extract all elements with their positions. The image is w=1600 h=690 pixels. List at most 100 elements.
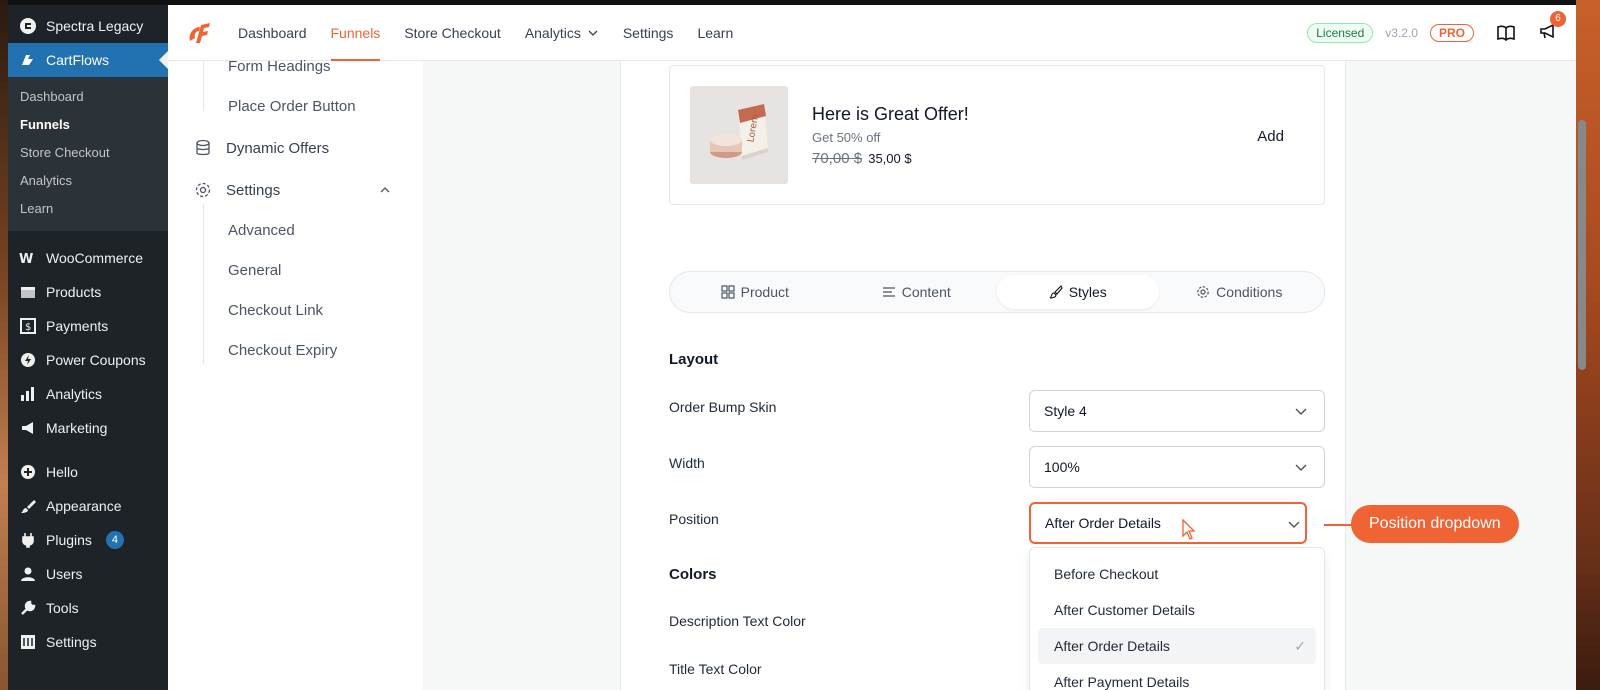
scrollbar[interactable]	[1578, 120, 1586, 370]
tab-label: Product	[740, 284, 789, 300]
menu-users[interactable]: Users	[8, 557, 168, 591]
tab-styles[interactable]: Styles	[997, 275, 1159, 309]
nav-analytics-label: Analytics	[524, 24, 581, 41]
gear-icon	[1197, 286, 1209, 298]
order-bump-skin-label: Order Bump Skin	[669, 399, 777, 415]
notifications-button[interactable]: 6	[1538, 10, 1566, 46]
menu-payments[interactable]: $ Payments	[8, 309, 168, 343]
desktop-background-left	[0, 0, 8, 690]
offer-title: Here is Great Offer!	[812, 104, 969, 124]
layout-section-title: Layout	[669, 351, 719, 368]
menu-hello[interactable]: Hello	[8, 455, 168, 489]
submenu-learn[interactable]: Learn	[8, 195, 168, 223]
chevron-up-icon	[380, 187, 390, 193]
order-bump-settings-panel: Lorem Here is Great Offer! Get 50% off 7…	[620, 61, 1346, 690]
menu-woocommerce[interactable]: W WooCommerce	[8, 241, 168, 275]
coupon-icon	[18, 350, 38, 370]
menu-cartflows[interactable]: CartFlows	[8, 43, 168, 77]
position-option-after-order-details[interactable]: After Order Details ✓	[1038, 628, 1316, 664]
menu-label: Users	[46, 566, 83, 582]
nav-learn[interactable]: Learn	[697, 5, 733, 61]
option-label: After Order Details	[1054, 638, 1170, 654]
order-bump-skin-select[interactable]: Style 4	[1029, 390, 1325, 432]
menu-place-order-button[interactable]: Place Order Button	[168, 87, 423, 127]
menu-checkout-expiry[interactable]: Checkout Expiry	[168, 331, 423, 371]
position-option-after-customer-details[interactable]: After Customer Details	[1038, 592, 1316, 628]
offer-price: 70,00 $ 35,00 $	[812, 150, 912, 167]
wp-admin-sidebar: Spectra Legacy CartFlows Dashboard Funne…	[8, 5, 168, 690]
nav-analytics[interactable]: Analytics	[525, 5, 599, 61]
position-option-before-checkout[interactable]: Before Checkout	[1038, 556, 1316, 592]
position-option-after-payment-details[interactable]: After Payment Details	[1038, 664, 1316, 690]
menu-label: WooCommerce	[46, 250, 143, 266]
position-select[interactable]: After Order Details	[1029, 502, 1307, 544]
chevron-down-icon	[1295, 408, 1307, 415]
submenu-funnels[interactable]: Funnels	[8, 111, 168, 139]
tab-label: Styles	[1068, 284, 1107, 300]
notification-count: 6	[1550, 10, 1566, 27]
svg-text:$: $	[25, 322, 31, 333]
menu-marketing[interactable]: Marketing	[8, 411, 168, 445]
menu-form-headings[interactable]: Form Headings	[168, 47, 423, 87]
tab-product[interactable]: Product	[674, 275, 836, 309]
product-image: Lorem	[690, 86, 788, 184]
menu-dynamic-offers[interactable]: Dynamic Offers	[168, 127, 423, 169]
menu-plugins[interactable]: Plugins 4	[8, 523, 168, 557]
megaphone-icon	[18, 418, 38, 438]
menu-label: Power Coupons	[46, 352, 146, 368]
licensed-badge: Licensed	[1307, 23, 1374, 43]
chevron-down-icon	[1295, 464, 1307, 471]
menu-label: Settings	[46, 634, 97, 650]
menu-spectra-legacy[interactable]: Spectra Legacy	[8, 9, 168, 43]
width-label: Width	[669, 455, 705, 471]
settings-tabs: Product Content Styles Conditions	[669, 271, 1325, 313]
width-select[interactable]: 100%	[1029, 446, 1325, 488]
submenu-store-checkout[interactable]: Store Checkout	[8, 139, 168, 167]
menu-label: Analytics	[46, 386, 103, 402]
chevron-down-icon	[588, 30, 598, 36]
add-offer-button[interactable]: Add	[1257, 128, 1284, 145]
bar-chart-icon	[18, 384, 38, 404]
menu-label: Payments	[46, 318, 109, 334]
select-value: Style 4	[1044, 403, 1087, 419]
menu-settings[interactable]: Settings	[8, 625, 168, 659]
menu-tools[interactable]: Tools	[8, 591, 168, 625]
menu-power-coupons[interactable]: Power Coupons	[8, 343, 168, 377]
submenu-analytics[interactable]: Analytics	[8, 167, 168, 195]
tab-label: Content	[901, 284, 951, 300]
woo-icon: W	[18, 248, 38, 268]
plus-circle-icon	[18, 462, 38, 482]
nav-right-group: Licensed v3.2.0 PRO 6	[1307, 5, 1566, 61]
menu-tree-line	[203, 204, 204, 364]
menu-checkout-link[interactable]: Checkout Link	[168, 291, 423, 331]
menu-appearance[interactable]: Appearance	[8, 489, 168, 523]
colors-section-title: Colors	[669, 566, 717, 583]
menu-advanced[interactable]: Advanced	[168, 211, 423, 251]
brush-icon	[1049, 285, 1063, 299]
menu-general[interactable]: General	[168, 251, 423, 291]
title-text-color-label: Title Text Color	[669, 661, 762, 677]
spectra-icon	[18, 16, 38, 36]
box-icon	[18, 282, 38, 302]
tab-content[interactable]: Content	[836, 275, 998, 309]
tab-conditions[interactable]: Conditions	[1159, 275, 1321, 309]
cartflows-logo[interactable]	[186, 19, 214, 47]
menu-tree-line	[203, 61, 204, 111]
grid-icon	[721, 285, 735, 299]
submenu-dashboard[interactable]: Dashboard	[8, 83, 168, 111]
cartflows-submenu: Dashboard Funnels Store Checkout Analyti…	[8, 77, 168, 231]
book-icon[interactable]	[1496, 23, 1516, 43]
nav-settings[interactable]: Settings	[623, 5, 674, 61]
menu-settings-group[interactable]: Settings	[168, 169, 423, 211]
user-icon	[18, 564, 38, 584]
callout-connector	[1324, 524, 1352, 526]
menu-label: Plugins	[46, 532, 92, 548]
menu-label: Marketing	[46, 420, 108, 436]
pro-badge: PRO	[1429, 24, 1474, 42]
brush-icon	[18, 496, 38, 516]
menu-products[interactable]: Products	[8, 275, 168, 309]
gear-icon	[195, 182, 211, 198]
position-dropdown-menu: Before Checkout After Customer Details A…	[1029, 547, 1325, 690]
menu-analytics[interactable]: Analytics	[8, 377, 168, 411]
select-value: After Order Details	[1045, 515, 1161, 531]
